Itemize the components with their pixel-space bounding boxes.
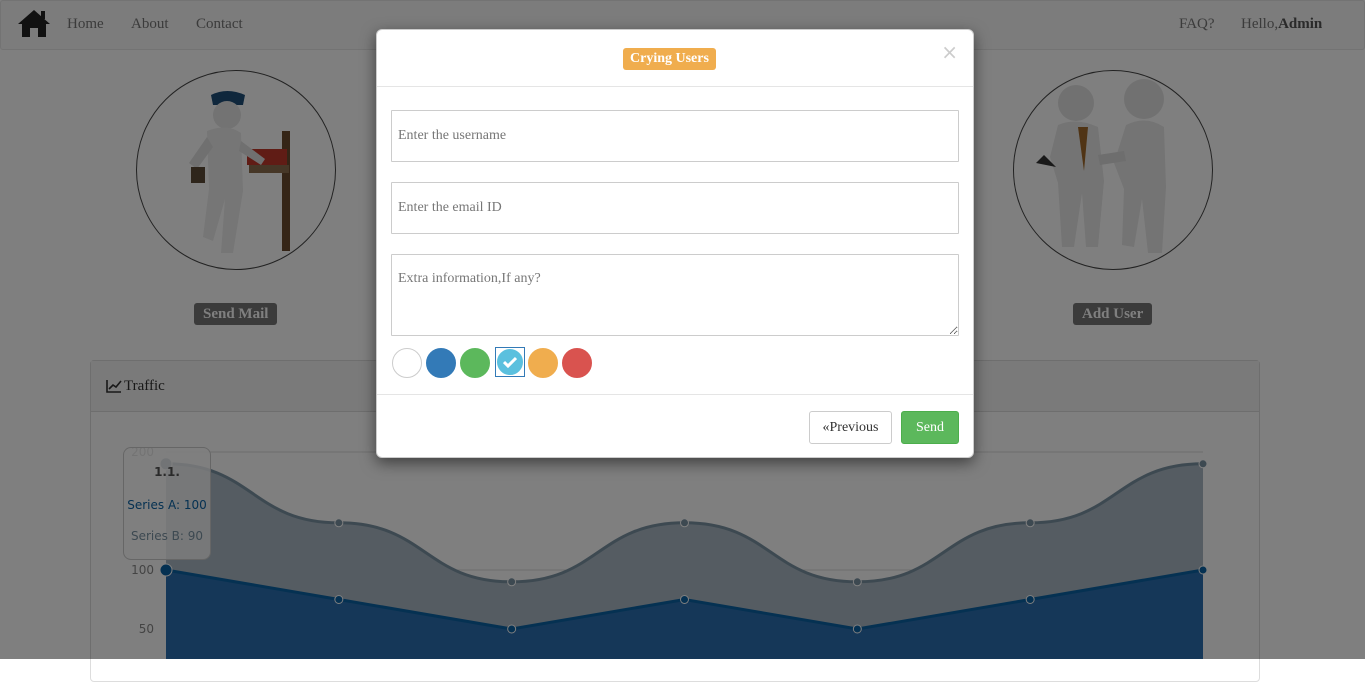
email-input[interactable]	[391, 182, 959, 234]
crying-users-modal: Crying Users × «Previous Send	[376, 29, 974, 458]
previous-button[interactable]: «Previous	[809, 411, 892, 444]
username-input[interactable]	[391, 110, 959, 162]
checkmark-icon	[498, 350, 522, 374]
color-swatch[interactable]	[562, 348, 592, 378]
close-icon[interactable]: ×	[941, 42, 958, 62]
modal-footer: «Previous Send	[377, 394, 973, 459]
color-swatch[interactable]	[497, 349, 523, 375]
color-swatch[interactable]	[528, 348, 558, 378]
color-swatch[interactable]	[460, 348, 490, 378]
color-swatch[interactable]	[426, 348, 456, 378]
send-button[interactable]: Send	[901, 411, 959, 444]
modal-header: Crying Users ×	[377, 30, 973, 87]
color-swatch[interactable]	[392, 348, 422, 378]
modal-title: Crying Users	[623, 48, 716, 70]
extra-info-textarea[interactable]	[391, 254, 959, 336]
